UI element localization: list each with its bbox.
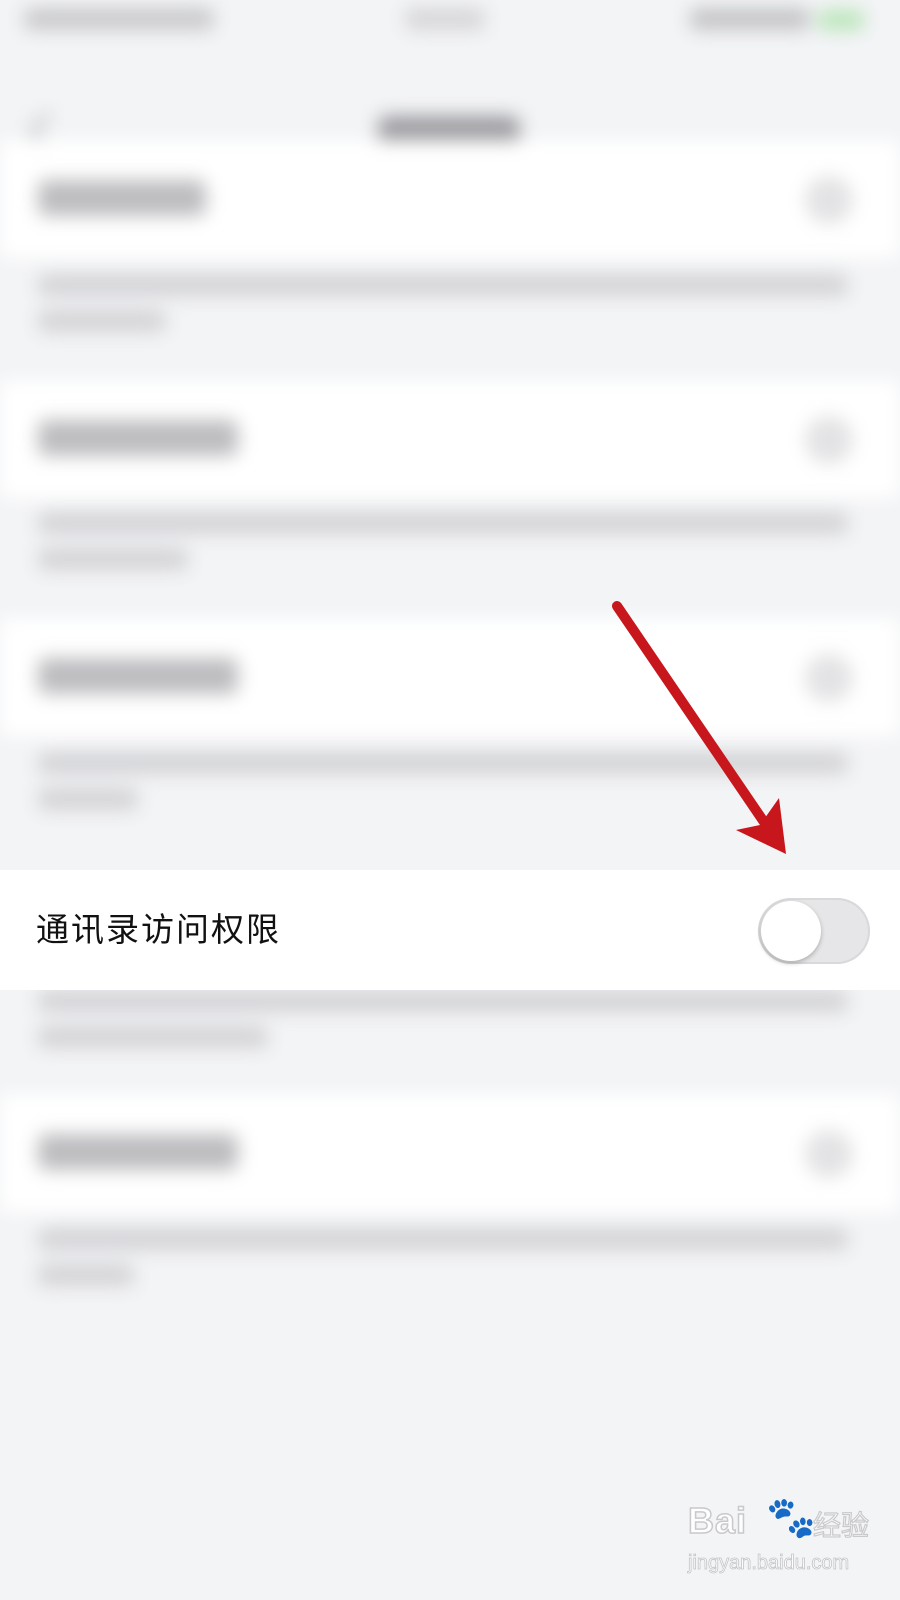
blurred-setting-label <box>38 180 206 216</box>
blurred-description <box>38 752 848 774</box>
blurred-setting-label <box>38 658 238 694</box>
paw-icon: 🐾 <box>765 1494 816 1542</box>
blurred-description <box>38 1228 848 1250</box>
contacts-permission-label: 通讯录访问权限 <box>36 910 281 949</box>
blurred-toggle[interactable] <box>805 416 853 464</box>
blurred-setting-label <box>38 1134 238 1170</box>
contacts-permission-toggle[interactable] <box>758 898 870 964</box>
contacts-permission-row[interactable]: 通讯录访问权限 <box>0 870 900 990</box>
battery-icon <box>818 10 864 30</box>
blurred-description <box>38 1026 268 1048</box>
blurred-setting-row-2[interactable] <box>0 380 900 498</box>
nav-bar <box>0 44 900 151</box>
blurred-background <box>0 0 900 1600</box>
settings-screen: 通讯录访问权限 Bai 🐾 经验 jingyan.baidu.com <box>0 0 900 1600</box>
blurred-setting-label <box>38 420 238 456</box>
watermark-brand: Bai <box>687 1499 748 1542</box>
blurred-toggle[interactable] <box>805 1130 853 1178</box>
baidu-jingyan-watermark: Bai 🐾 经验 jingyan.baidu.com <box>687 1494 869 1582</box>
blurred-description <box>38 548 188 570</box>
blurred-toggle[interactable] <box>805 176 853 224</box>
blurred-setting-row-3[interactable] <box>0 618 900 736</box>
status-carrier <box>24 8 214 30</box>
status-bar <box>0 0 900 44</box>
watermark-brand-cn: 经验 <box>812 1508 870 1542</box>
toggle-knob <box>761 901 821 961</box>
blurred-description <box>38 310 166 332</box>
blurred-description <box>38 788 138 810</box>
blurred-description <box>38 990 848 1012</box>
blurred-toggle[interactable] <box>805 654 853 702</box>
blurred-description <box>38 1264 134 1286</box>
blurred-setting-row-5[interactable] <box>0 1094 900 1212</box>
watermark-url: jingyan.baidu.com <box>688 1552 850 1575</box>
status-time <box>405 8 485 30</box>
blurred-description <box>38 274 848 296</box>
blurred-setting-row-1[interactable] <box>0 140 900 258</box>
status-icons <box>690 8 810 30</box>
blurred-description <box>38 512 848 534</box>
